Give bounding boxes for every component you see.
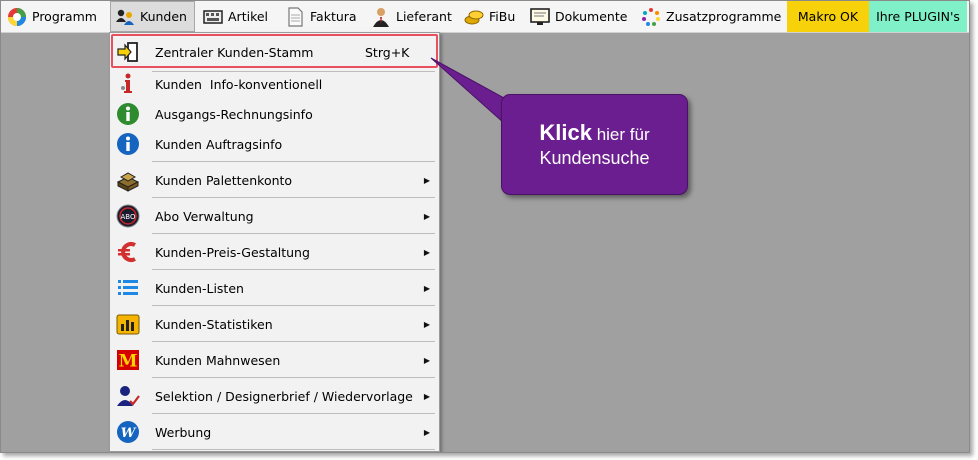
menu-item-abo-verwaltung[interactable]: ABO Abo Verwaltung ▶ — [110, 199, 439, 233]
submenu-arrow-icon: ▶ — [423, 211, 430, 221]
menu-item-label: Kunden Auftragsinfo — [155, 136, 283, 152]
plugins-badge[interactable]: Ihre PLUGIN's — [869, 1, 967, 32]
menu-label: Zusatzprogramme — [666, 9, 782, 24]
menu-item-werbung[interactable]: W Werbung ▶ — [110, 415, 439, 449]
menu-item-label: Kunden Info-konventionell — [155, 76, 323, 92]
makro-ok-badge[interactable]: Makro OK — [787, 1, 869, 32]
customers-icon — [116, 9, 134, 25]
menu-label: Programm — [32, 9, 97, 24]
menu-separator — [152, 449, 435, 450]
application-window: Programm Kunden Artikel Faktura Lieferan… — [0, 0, 970, 453]
menu-programm[interactable]: Programm — [7, 1, 97, 32]
menu-separator — [152, 269, 435, 270]
green-info-icon — [117, 103, 139, 125]
menu-separator — [152, 341, 435, 342]
menu-item-label: Kunden Mahnwesen — [155, 352, 281, 368]
svg-text:M: M — [119, 352, 138, 372]
menu-zusatzprogramme[interactable]: Zusatzprogramme — [641, 1, 781, 32]
statistics-icon — [116, 314, 140, 335]
menu-item-selektion-designerbrief-wiedervorlage[interactable]: Selektion / Designerbrief / Wiedervorlag… — [110, 379, 439, 413]
submenu-arrow-icon: ▶ — [423, 247, 430, 257]
svg-text:ABO: ABO — [121, 213, 136, 221]
menu-kunden[interactable]: Kunden — [110, 1, 195, 32]
menu-separator — [152, 413, 435, 414]
menu-separator — [152, 233, 435, 234]
submenu-arrow-icon: ▶ — [423, 175, 430, 185]
menu-item-label: Ausgangs-Rechnungsinfo — [155, 106, 313, 122]
list-icon — [118, 280, 138, 295]
menu-label: FiBu — [489, 9, 516, 24]
menu-separator — [152, 161, 435, 162]
menu-label: Lieferant — [396, 9, 452, 24]
info-i-icon — [121, 73, 132, 93]
coins-icon — [464, 10, 484, 24]
abo-icon: ABO — [116, 204, 140, 228]
submenu-arrow-icon: ▶ — [423, 355, 430, 365]
menu-artikel[interactable]: Artikel — [203, 1, 268, 32]
menu-item-kunden-listen[interactable]: Kunden-Listen ▶ — [110, 271, 439, 305]
menu-label: Kunden — [140, 9, 187, 24]
menu-faktura[interactable]: Faktura — [285, 1, 357, 32]
menu-item-kunden-preis-gestaltung[interactable]: Kunden-Preis-Gestaltung ▶ — [110, 235, 439, 269]
blue-info-icon — [117, 133, 139, 155]
menu-fibu[interactable]: FiBu — [464, 1, 515, 32]
menu-item-label: Abo Verwaltung — [155, 208, 254, 224]
euro-icon — [118, 242, 136, 262]
advertising-w-icon: W — [117, 421, 139, 443]
submenu-arrow-icon: ▶ — [423, 319, 430, 329]
kunden-dropdown-menu: Zentraler Kunden-Stamm Strg+K Kunden Inf… — [109, 32, 440, 452]
pallet-icon — [116, 172, 140, 192]
menu-separator — [152, 377, 435, 378]
menu-item-kunden-mahnwesen[interactable]: M Kunden Mahnwesen ▶ — [110, 343, 439, 377]
menu-item-label: Kunden-Preis-Gestaltung — [155, 244, 310, 260]
menu-item-kunden-auftragsinfo[interactable]: Kunden Auftragsinfo — [110, 129, 439, 159]
badge-label: Makro OK — [797, 9, 859, 24]
menu-separator — [152, 305, 435, 306]
menu-item-label: Werbung — [155, 424, 212, 440]
menu-item-kunden-palettenkonto[interactable]: Kunden Palettenkonto ▶ — [110, 163, 439, 197]
menu-label: Artikel — [228, 9, 269, 24]
menu-lieferant[interactable]: Lieferant — [371, 1, 452, 32]
menu-item-kunden-statistiken[interactable]: Kunden-Statistiken ▶ — [110, 307, 439, 341]
menu-dokumente[interactable]: Dokumente — [530, 1, 627, 32]
submenu-arrow-icon: ▶ — [423, 283, 430, 293]
menu-item-label: Kunden-Listen — [155, 280, 244, 296]
callout-line-1-rest: hier für — [591, 125, 650, 144]
menu-label: Faktura — [310, 9, 357, 24]
submenu-arrow-icon: ▶ — [423, 391, 430, 401]
submenu-arrow-icon: ▶ — [423, 427, 430, 437]
callout-line-2: Kundensuche — [539, 148, 650, 168]
badge-label: Ihre PLUGIN's — [876, 9, 960, 24]
colorful-ball-icon — [8, 7, 26, 26]
dots-icon — [642, 7, 660, 26]
menu-item-label: Kunden-Statistiken — [155, 316, 273, 332]
menu-item-label: Selektion / Designerbrief / Wiedervorlag… — [155, 388, 413, 404]
callout-line-1: Klick hier für — [502, 120, 687, 146]
svg-text:W: W — [121, 426, 137, 441]
menu-item-kunden-info-konventionell[interactable]: Kunden Info-konventionell — [110, 69, 439, 99]
menu-bar: Programm Kunden Artikel Faktura Lieferan… — [1, 1, 969, 33]
menu-item-label: Kunden Palettenkonto — [155, 172, 293, 188]
menu-label: Dokumente — [555, 9, 628, 24]
menu-item-ausgangs-rechnungsinfo[interactable]: Ausgangs-Rechnungsinfo — [110, 99, 439, 129]
document-icon — [288, 6, 303, 27]
instruction-callout: Klick hier für Kundensuche — [501, 94, 688, 195]
highlight-box — [111, 34, 438, 68]
keyboard-icon — [203, 9, 223, 24]
person-selection-icon — [117, 386, 140, 406]
monitor-icon — [530, 7, 550, 25]
dunning-m-icon: M — [117, 350, 139, 372]
person-icon — [373, 7, 389, 27]
callout-bold-word: Klick — [539, 120, 592, 145]
menu-separator — [152, 197, 435, 198]
